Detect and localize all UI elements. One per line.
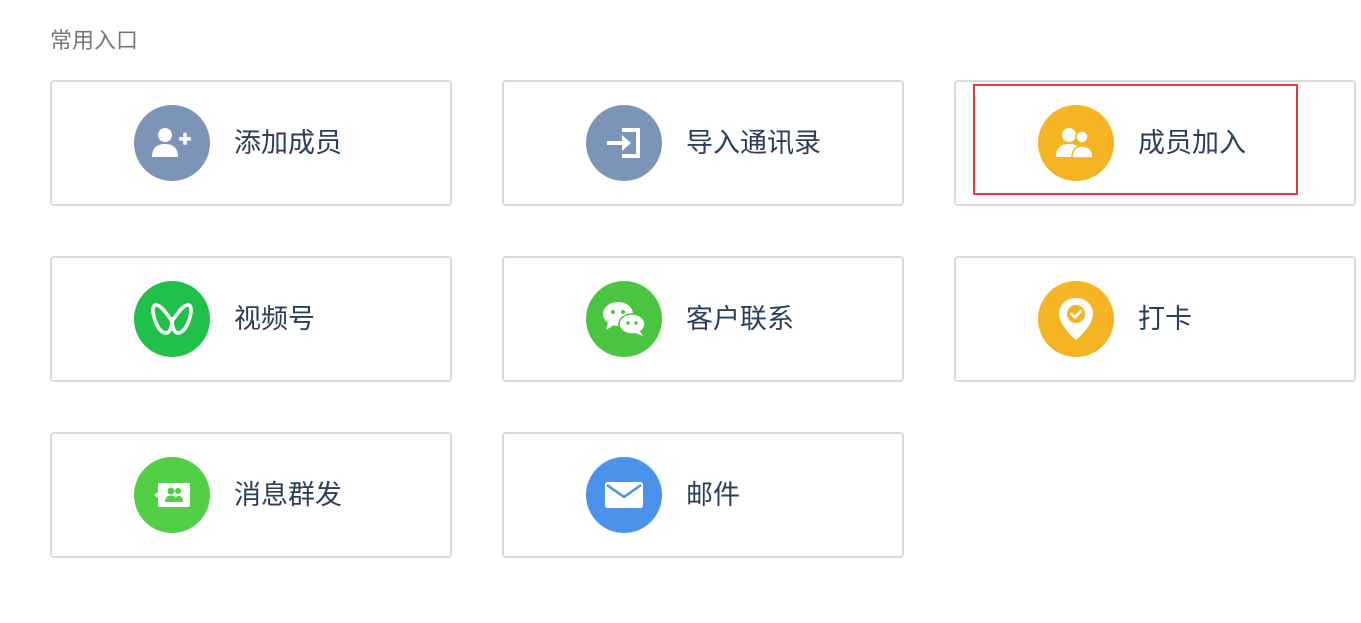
entry-import-contacts[interactable]: 导入通讯录 xyxy=(502,80,904,206)
location-check-icon xyxy=(1038,281,1114,357)
entry-broadcast-message[interactable]: 消息群发 xyxy=(50,432,452,558)
entry-label: 邮件 xyxy=(686,480,740,511)
common-entries-page: 常用入口 添加成员 导入通讯录 成员加入 视频号 客户联系 打卡 消息群发 邮件 xyxy=(0,0,1361,623)
members-join-icon xyxy=(1038,105,1114,181)
entry-label: 打卡 xyxy=(1138,304,1192,335)
entry-label: 成员加入 xyxy=(1138,128,1246,159)
entry-mail[interactable]: 邮件 xyxy=(502,432,904,558)
entry-check-in[interactable]: 打卡 xyxy=(954,256,1356,382)
entry-label: 导入通讯录 xyxy=(686,128,821,159)
entry-channels[interactable]: 视频号 xyxy=(50,256,452,382)
entry-label: 客户联系 xyxy=(686,304,794,335)
entry-members-join[interactable]: 成员加入 xyxy=(954,80,1356,206)
entry-label: 添加成员 xyxy=(234,128,342,159)
entry-label: 消息群发 xyxy=(234,480,342,511)
section-title: 常用入口 xyxy=(50,29,139,54)
channels-icon xyxy=(134,281,210,357)
mail-icon xyxy=(586,457,662,533)
entry-add-member[interactable]: 添加成员 xyxy=(50,80,452,206)
wechat-chat-icon xyxy=(586,281,662,357)
entry-customer-contact[interactable]: 客户联系 xyxy=(502,256,904,382)
entry-label: 视频号 xyxy=(234,304,315,335)
import-icon xyxy=(586,105,662,181)
broadcast-message-icon xyxy=(134,457,210,533)
add-member-icon xyxy=(134,105,210,181)
